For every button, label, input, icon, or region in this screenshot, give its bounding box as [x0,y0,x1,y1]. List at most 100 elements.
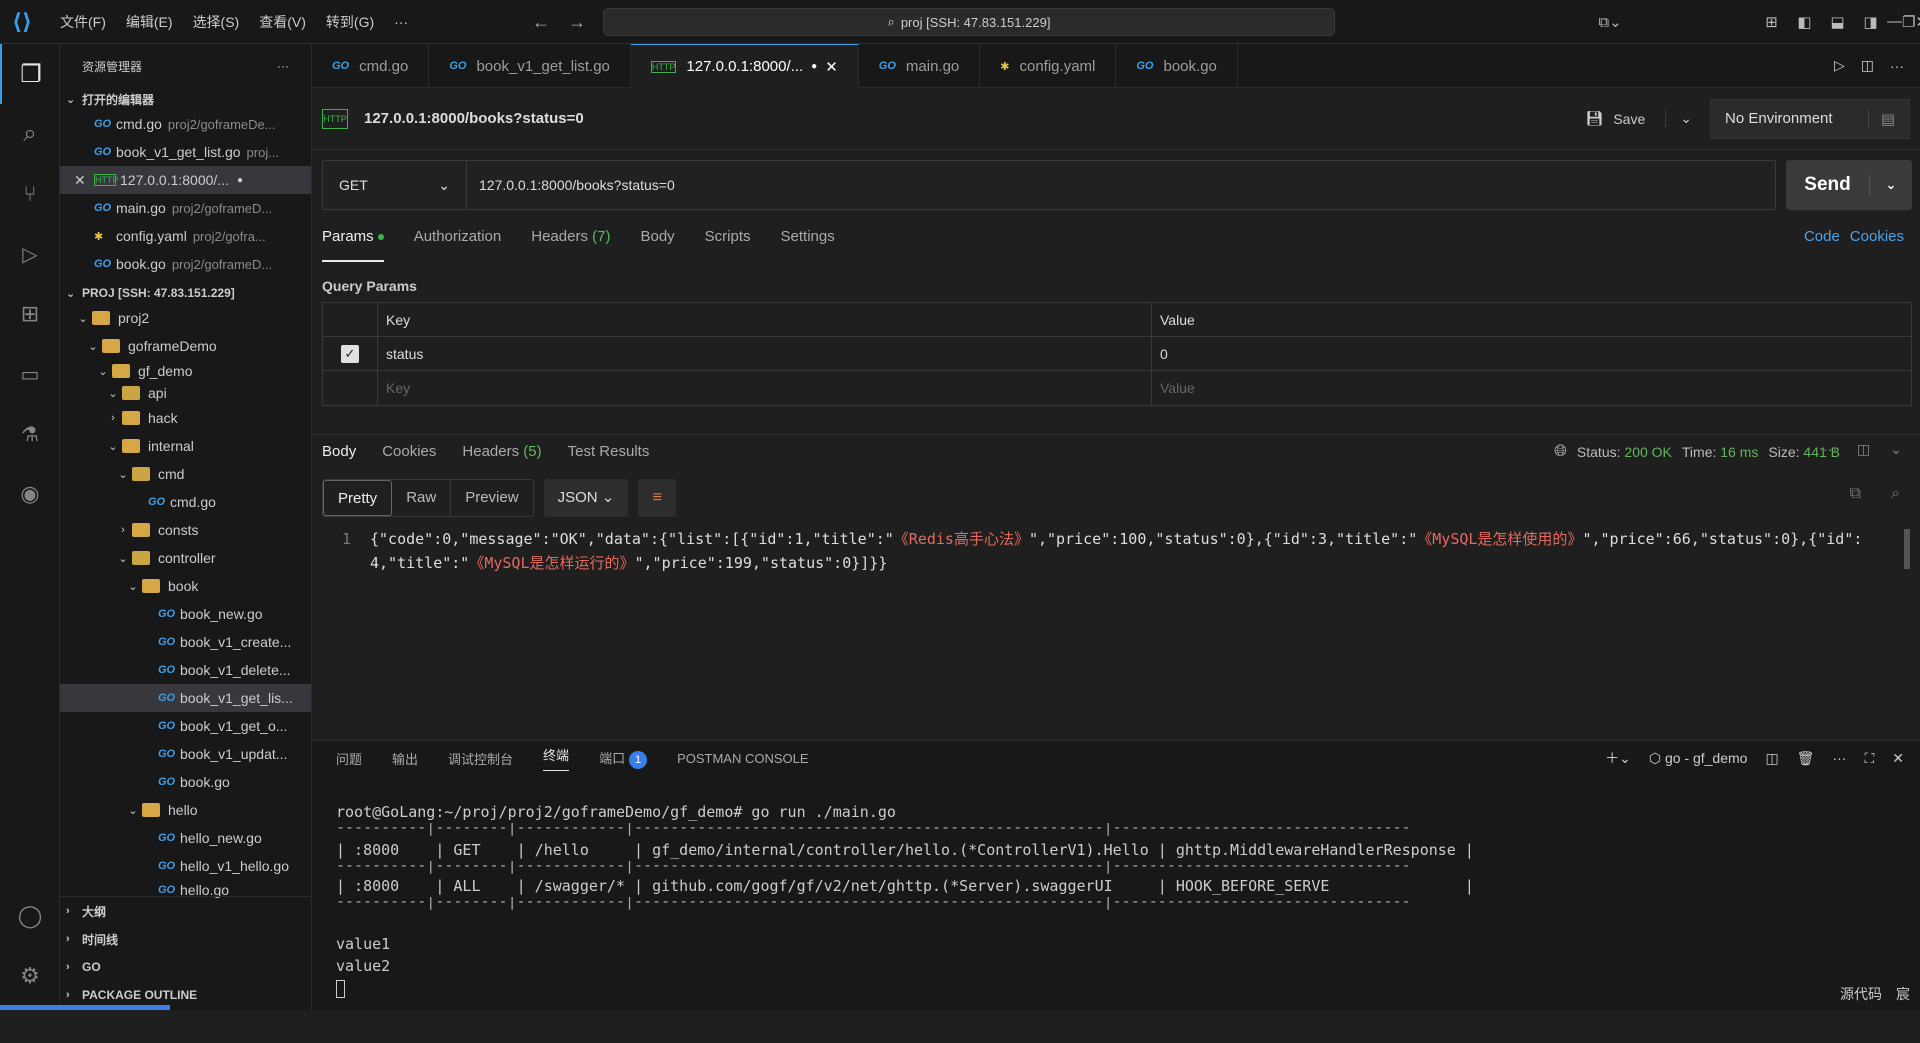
split-terminal-icon[interactable]: ◫ [1765,750,1778,767]
tab-response-body[interactable]: Body [322,443,356,460]
tab-response-cookies[interactable]: Cookies [382,443,436,460]
preview-button[interactable]: Preview [451,480,532,516]
extensions-icon[interactable]: ⊞ [0,284,60,344]
menu-more[interactable]: ··· [384,0,418,44]
tree-folder[interactable]: › hack [60,404,311,432]
tree-file[interactable]: GO book_v1_create... [60,628,311,656]
menu-selection[interactable]: 选择(S) [183,0,250,44]
restore-icon[interactable]: ❐ [1902,13,1915,31]
settings-gear-icon[interactable]: ⚙ [0,946,60,1006]
search-response-icon[interactable]: ⌕ [1891,485,1900,503]
tab-terminal[interactable]: 终端 [543,745,570,771]
menu-go[interactable]: 转到(G) [316,0,384,44]
tree-folder[interactable]: ⌄ book [60,572,311,600]
tab-debug-console[interactable]: 调试控制台 [448,749,513,768]
trash-icon[interactable]: 🗑︎ [1797,750,1815,767]
remote-explorer-icon[interactable]: ▭ [0,344,60,404]
customize-layout-icon[interactable]: ⊞ [1755,13,1788,31]
tree-folder[interactable]: ⌄ api [60,382,311,404]
new-terminal-icon[interactable]: ＋⌄ [1605,748,1631,768]
minimize-icon[interactable]: — [1887,13,1902,31]
close-tab-icon[interactable]: ✕ [825,58,838,76]
open-editor-item[interactable]: GO book_v1_get_list.go proj... [60,138,311,166]
tab-http-request[interactable]: HTTP 127.0.0.1:8000/... ● ✕ [630,44,859,88]
tree-file[interactable]: GO hello_v1_hello.go [60,852,311,880]
tree-folder[interactable]: ⌄ proj2 [60,304,311,332]
tab-authorization[interactable]: Authorization [414,228,502,262]
open-editor-item[interactable]: ✕ HTTP 127.0.0.1:8000/... ● [60,166,311,194]
menu-file[interactable]: 文件(F) [50,0,116,44]
tree-folder[interactable]: › consts [60,516,311,544]
tree-file[interactable]: GO book_v1_get_o... [60,712,311,740]
tab-params[interactable]: Params [322,228,384,262]
close-window-icon[interactable]: ✕ [1915,13,1920,31]
testing-icon[interactable]: ⚗ [0,404,60,464]
close-panel-icon[interactable]: ✕ [1892,750,1904,767]
pretty-button[interactable]: Pretty [323,480,393,516]
send-button[interactable]: Send [1786,174,1870,196]
tree-file[interactable]: GO book_v1_delete... [60,656,311,684]
tab-main-go[interactable]: GO main.go [859,44,981,88]
open-editor-item[interactable]: GO main.go proj2/goframeD... [60,194,311,222]
wrap-lines-icon[interactable]: ≡ [638,479,677,517]
tree-file[interactable]: GO hello_new.go [60,824,311,852]
tab-config-yaml[interactable]: ✱ config.yaml [980,44,1117,88]
save-dropdown-icon[interactable]: ⌄ [1665,110,1692,127]
environment-selector[interactable]: No Environment ▤ [1710,98,1910,139]
source-control-icon[interactable]: ⑂ [0,164,60,224]
collapse-icon[interactable]: ⌄ [1890,441,1902,458]
toggle-panel-icon[interactable]: ⬓ [1821,13,1854,31]
open-editor-item[interactable]: GO cmd.go proj2/goframeDe... [60,110,311,138]
tab-book-go[interactable]: GO book.go [1116,44,1238,88]
json-body[interactable]: {"code":0,"message":"OK","data":{"list":… [370,527,1875,575]
run-debug-icon[interactable]: ▷ [0,224,60,284]
send-dropdown-icon[interactable]: ⌄ [1870,177,1912,193]
run-icon[interactable]: ▷ [1834,57,1845,74]
environment-quicklook-icon[interactable]: ▤ [1867,109,1895,128]
tab-settings[interactable]: Settings [781,228,835,262]
tab-output[interactable]: 输出 [392,749,418,768]
url-input[interactable]: 127.0.0.1:8000/books?status=0 [467,177,675,193]
tree-folder[interactable]: ⌄ cmd [60,460,311,488]
copilot-icon[interactable]: ⧉⌄ [1585,13,1635,31]
tab-problems[interactable]: 问题 [336,749,362,768]
more-actions-icon[interactable]: ··· [1890,58,1904,74]
outline-section[interactable]: › 大纲 [60,897,311,925]
forward-arrow-icon[interactable]: → [568,12,586,33]
key-input[interactable]: Key [378,371,1152,405]
status-item[interactable]: 宸 [1896,984,1910,1004]
raw-button[interactable]: Raw [392,480,452,516]
explorer-icon[interactable]: ❐ [0,44,60,104]
scrollbar[interactable] [1904,529,1910,569]
tree-folder[interactable]: ⌄ goframeDemo [60,332,311,360]
status-item[interactable]: 源代码 [1840,984,1882,1004]
toggle-sidebar-icon[interactable]: ◧ [1788,13,1821,31]
layout-icon[interactable]: ◫ [1857,441,1870,458]
tree-folder[interactable]: ⌄ internal [60,432,311,460]
checkbox[interactable]: ✓ [341,344,359,363]
close-icon[interactable]: ✕ [74,172,94,189]
tree-folder[interactable]: ⌄ hello [60,796,311,824]
tab-scripts[interactable]: Scripts [705,228,751,262]
postman-icon[interactable]: ◉ [0,464,60,524]
terminal-output[interactable]: root@GoLang:~/proj/proj2/goframeDemo/gf_… [336,779,1474,1043]
save-button[interactable]: Save [1613,111,1645,127]
tab-postman-console[interactable]: POSTMAN CONSOLE [677,751,808,766]
tree-file[interactable]: GO cmd.go [60,488,311,516]
code-link[interactable]: Code [1804,228,1840,245]
back-arrow-icon[interactable]: ← [532,12,550,33]
open-editor-item[interactable]: ✱ config.yaml proj2/gofra... [60,222,311,250]
tab-body[interactable]: Body [640,228,674,262]
tree-folder[interactable]: ⌄ gf_demo [60,360,311,382]
maximize-panel-icon[interactable]: ⛶ [1864,750,1874,767]
more-icon[interactable]: ··· [1823,441,1837,458]
open-editors-section[interactable]: ⌄ 打开的编辑器 [60,88,311,110]
tree-file[interactable]: GO book.go [60,768,311,796]
tab-response-headers[interactable]: Headers (5) [462,443,541,460]
tab-cmd-go[interactable]: GO cmd.go [312,44,430,88]
param-value[interactable]: 0 [1152,337,1911,370]
open-editor-item[interactable]: GO book.go proj2/goframeD... [60,250,311,278]
timeline-section[interactable]: › 时间线 [60,925,311,953]
search-view-icon[interactable]: ⌕ [0,104,60,164]
copy-icon[interactable]: ⧉ [1850,485,1861,503]
